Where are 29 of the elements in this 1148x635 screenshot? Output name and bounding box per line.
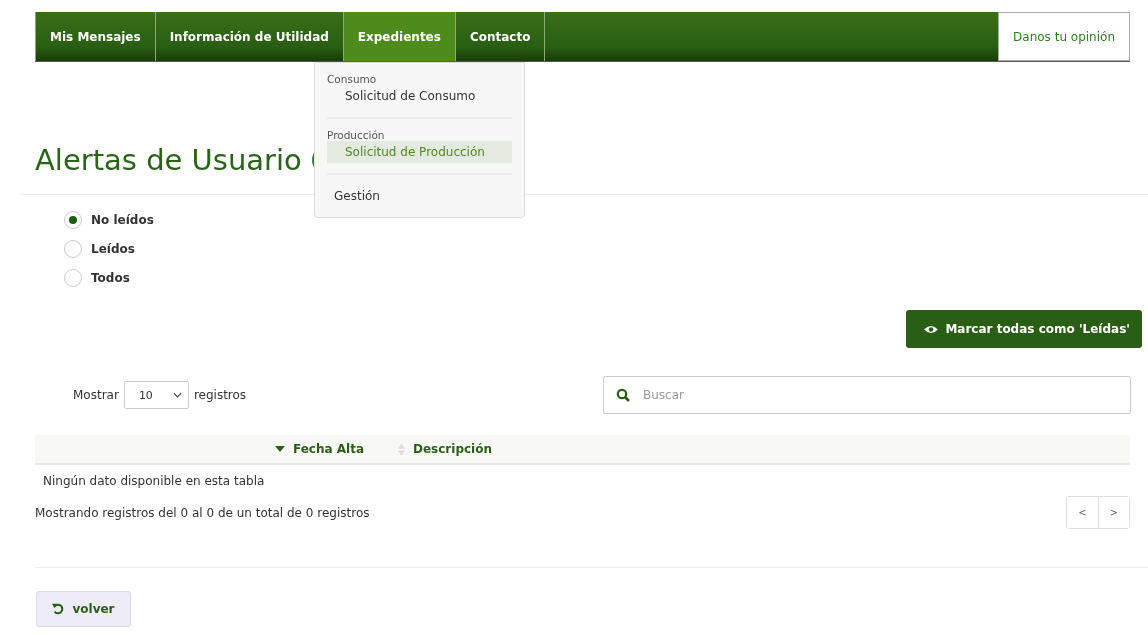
menu-item[interactable]: Solicitud de Producción — [327, 141, 512, 163]
table-info: Mostrando registros del 0 al 0 de un total de 0 registros — [35, 505, 370, 520]
radio-label: Leídos — [91, 242, 135, 256]
undo-icon — [52, 603, 65, 615]
search-field[interactable]: Buscar — [603, 376, 1131, 414]
empty-message: Ningún dato disponible en esta tabla — [43, 474, 266, 488]
records-label: registros — [193, 388, 247, 402]
column-header[interactable]: Fecha Alta — [293, 442, 364, 456]
nav-item[interactable]: Información de Utilidad — [154, 12, 343, 61]
mark-all-read-button[interactable]: Marcar todas como 'Leídas' — [906, 310, 1142, 348]
eye-icon — [924, 324, 939, 334]
nav-item[interactable]: Mis Mensajes — [35, 12, 155, 61]
next-page-button[interactable]: > — [1098, 497, 1129, 528]
menu-group-header: Producción — [327, 129, 386, 141]
radio-label: No leídos — [91, 213, 154, 227]
radio-label: Todos — [91, 271, 130, 285]
back-button[interactable]: volver — [36, 591, 131, 627]
nav-item[interactable]: Expedientes — [342, 12, 455, 61]
menu-item[interactable]: Gestión — [327, 185, 512, 207]
search-icon — [616, 388, 630, 402]
page-title: Alertas de Usuario — [35, 143, 302, 177]
menu-group-header: Consumo — [327, 73, 378, 85]
page-size-select[interactable]: 10 — [123, 381, 189, 409]
caret-icon — [172, 392, 182, 398]
feedback-link[interactable]: Danos tu opinión — [998, 12, 1130, 61]
show-label: Mostrar — [73, 388, 119, 402]
nav-item[interactable]: Contacto — [454, 12, 546, 61]
menu-item[interactable]: Solicitud de Consumo — [327, 85, 512, 107]
column-header[interactable]: Descripción — [413, 442, 492, 456]
